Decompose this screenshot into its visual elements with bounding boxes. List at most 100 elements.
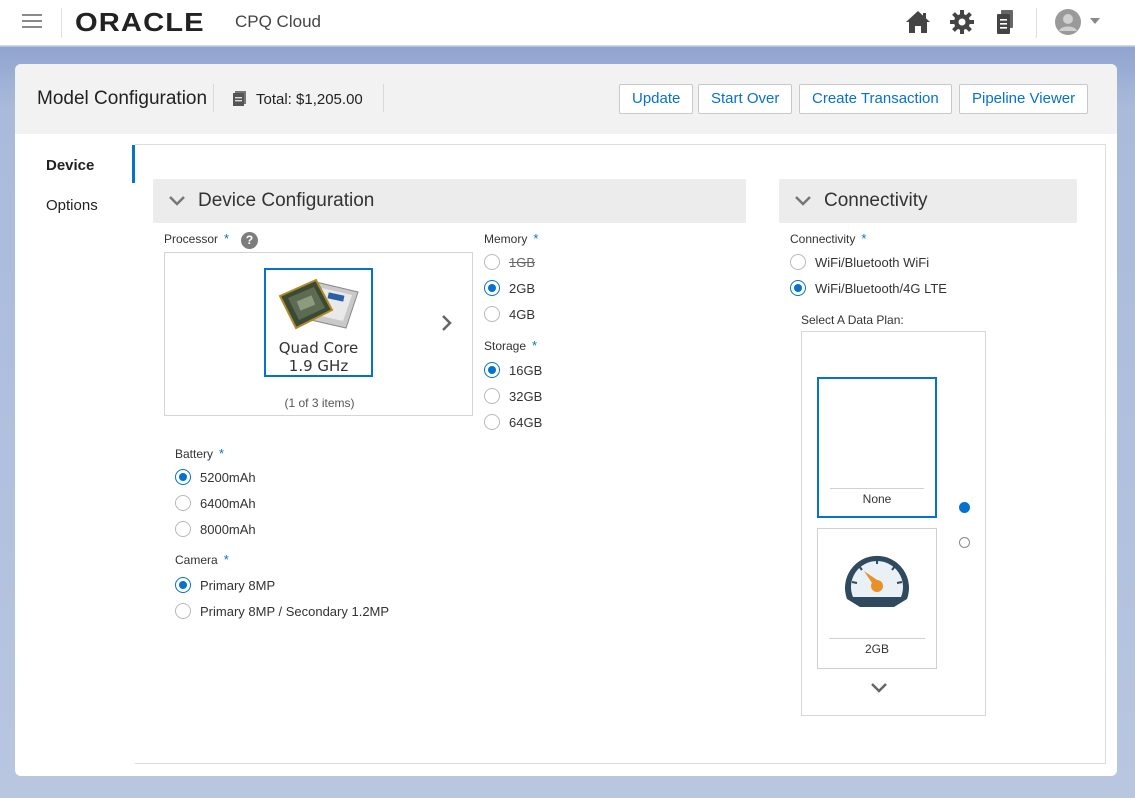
menu-icon[interactable] bbox=[22, 14, 42, 28]
configuration-content: Device Configuration Processor * ? Quad C… bbox=[135, 144, 1106, 764]
storage-label-text: Storage bbox=[484, 339, 527, 353]
connectivity-option-4g-lte[interactable]: WiFi/Bluetooth/4G LTE bbox=[790, 280, 947, 296]
radio-label: 32GB bbox=[509, 388, 543, 404]
radio-button[interactable] bbox=[790, 280, 806, 296]
connectivity-option-wifi[interactable]: WiFi/Bluetooth WiFi bbox=[790, 254, 929, 270]
radio-button[interactable] bbox=[484, 362, 500, 378]
data-plan-name: None bbox=[862, 492, 892, 506]
battery-option-8000mah[interactable]: 8000mAh bbox=[175, 521, 256, 537]
camera-option-primary-8mp[interactable]: Primary 8MP bbox=[175, 577, 275, 593]
gear-icon[interactable] bbox=[948, 8, 976, 36]
divider bbox=[830, 488, 924, 489]
chevron-down-icon[interactable] bbox=[1090, 18, 1100, 24]
radio-button[interactable] bbox=[175, 469, 191, 485]
start-over-button[interactable]: Start Over bbox=[698, 84, 793, 114]
radio-label: 5200mAh bbox=[200, 469, 256, 485]
camera-option-primary-secondary[interactable]: Primary 8MP / Secondary 1.2MP bbox=[175, 603, 389, 619]
radio-button[interactable] bbox=[484, 280, 500, 296]
help-icon[interactable]: ? bbox=[241, 232, 258, 249]
documents-icon[interactable] bbox=[992, 8, 1020, 36]
update-button[interactable]: Update bbox=[619, 84, 694, 114]
memory-option-2gb[interactable]: 2GB bbox=[484, 280, 535, 296]
storage-label: Storage * bbox=[484, 338, 537, 353]
data-plan-name: 2GB bbox=[864, 642, 889, 656]
radio-label: 6400mAh bbox=[200, 495, 256, 511]
radio-button[interactable] bbox=[484, 414, 500, 430]
radio-button[interactable] bbox=[484, 254, 500, 270]
radio-button[interactable] bbox=[175, 521, 191, 537]
processor-label-text: Processor bbox=[164, 232, 219, 246]
memory-option-1gb[interactable]: 1GB bbox=[484, 254, 535, 270]
header-divider bbox=[1036, 8, 1037, 38]
radio-button[interactable] bbox=[484, 388, 500, 404]
storage-option-16gb[interactable]: 16GB bbox=[484, 362, 542, 378]
page-title: Model Configuration bbox=[37, 88, 208, 109]
radio-label: 2GB bbox=[509, 280, 536, 296]
radio-label: 64GB bbox=[509, 414, 543, 430]
chevron-down-icon[interactable] bbox=[167, 191, 187, 211]
processor-option-quad-core[interactable]: Quad Core 1.9 GHz bbox=[264, 268, 373, 377]
battery-option-6400mah[interactable]: 6400mAh bbox=[175, 495, 256, 511]
processor-chip-image bbox=[278, 278, 359, 330]
create-transaction-button[interactable]: Create Transaction bbox=[799, 84, 952, 114]
memory-label-text: Memory bbox=[484, 232, 528, 246]
memory-option-4gb[interactable]: 4GB bbox=[484, 306, 535, 322]
data-plan-label: Select A Data Plan: bbox=[801, 313, 904, 327]
processor-carousel: Quad Core 1.9 GHz (1 of 3 items) bbox=[164, 252, 473, 416]
section-title: Connectivity bbox=[824, 190, 928, 211]
user-avatar-icon[interactable] bbox=[1054, 8, 1082, 36]
radio-label: 8000mAh bbox=[200, 521, 256, 537]
radio-label: WiFi/Bluetooth/4G LTE bbox=[815, 280, 947, 296]
radio-button[interactable] bbox=[484, 306, 500, 322]
storage-option-64gb[interactable]: 64GB bbox=[484, 414, 542, 430]
radio-label: 1GB bbox=[509, 254, 536, 270]
data-plan-option-2gb[interactable]: 2GB bbox=[817, 528, 937, 669]
required-marker: * bbox=[532, 338, 538, 353]
chevron-down-icon[interactable] bbox=[793, 191, 813, 211]
radio-button[interactable] bbox=[175, 577, 191, 593]
connectivity-label: Connectivity * bbox=[790, 231, 866, 246]
camera-label-text: Camera bbox=[175, 553, 218, 567]
divider bbox=[829, 638, 925, 639]
radio-label: Primary 8MP bbox=[200, 577, 276, 593]
pipeline-viewer-button[interactable]: Pipeline Viewer bbox=[959, 84, 1089, 114]
carousel-count: (1 of 3 items) bbox=[284, 396, 355, 410]
required-marker: * bbox=[224, 231, 230, 246]
user-menu[interactable] bbox=[1054, 8, 1104, 36]
required-marker: * bbox=[861, 231, 867, 246]
processor-option-speed: 1.9 GHz bbox=[288, 357, 349, 375]
camera-label: Camera * bbox=[175, 552, 229, 567]
connectivity-label-text: Connectivity bbox=[790, 232, 856, 246]
configuration-toolbar: Model Configuration Total: $1,205.00 Upd… bbox=[15, 64, 1117, 134]
radio-label: Primary 8MP / Secondary 1.2MP bbox=[200, 603, 390, 619]
nav-item-options[interactable]: Options bbox=[46, 197, 98, 214]
connectivity-header[interactable]: Connectivity bbox=[779, 179, 1077, 223]
required-marker: * bbox=[223, 552, 229, 567]
processor-label: Processor * bbox=[164, 231, 229, 246]
oracle-logo: ORACLE bbox=[75, 7, 205, 37]
nav-item-device[interactable]: Device bbox=[46, 157, 94, 174]
radio-label: 16GB bbox=[509, 362, 543, 378]
processor-option-name: Quad Core bbox=[278, 339, 359, 357]
header-divider bbox=[61, 8, 62, 38]
speedometer-icon bbox=[845, 555, 909, 607]
battery-option-5200mah[interactable]: 5200mAh bbox=[175, 469, 256, 485]
chevron-down-icon[interactable] bbox=[869, 680, 889, 696]
page-indicator[interactable] bbox=[959, 537, 970, 548]
storage-option-32gb[interactable]: 32GB bbox=[484, 388, 542, 404]
required-marker: * bbox=[533, 231, 539, 246]
required-marker: * bbox=[219, 446, 225, 461]
home-icon[interactable] bbox=[904, 8, 932, 36]
toolbar-divider bbox=[213, 84, 214, 112]
data-plan-option-none[interactable]: None bbox=[817, 377, 937, 518]
device-configuration-header[interactable]: Device Configuration bbox=[153, 179, 746, 223]
chevron-right-icon[interactable] bbox=[437, 313, 457, 333]
radio-button[interactable] bbox=[175, 495, 191, 511]
toolbar-divider bbox=[383, 84, 384, 112]
radio-button[interactable] bbox=[790, 254, 806, 270]
app-name: CPQ Cloud bbox=[235, 12, 321, 31]
page-indicator-active[interactable] bbox=[959, 502, 970, 513]
radio-button[interactable] bbox=[175, 603, 191, 619]
battery-label: Battery * bbox=[175, 446, 224, 461]
radio-label: WiFi/Bluetooth WiFi bbox=[815, 254, 930, 270]
